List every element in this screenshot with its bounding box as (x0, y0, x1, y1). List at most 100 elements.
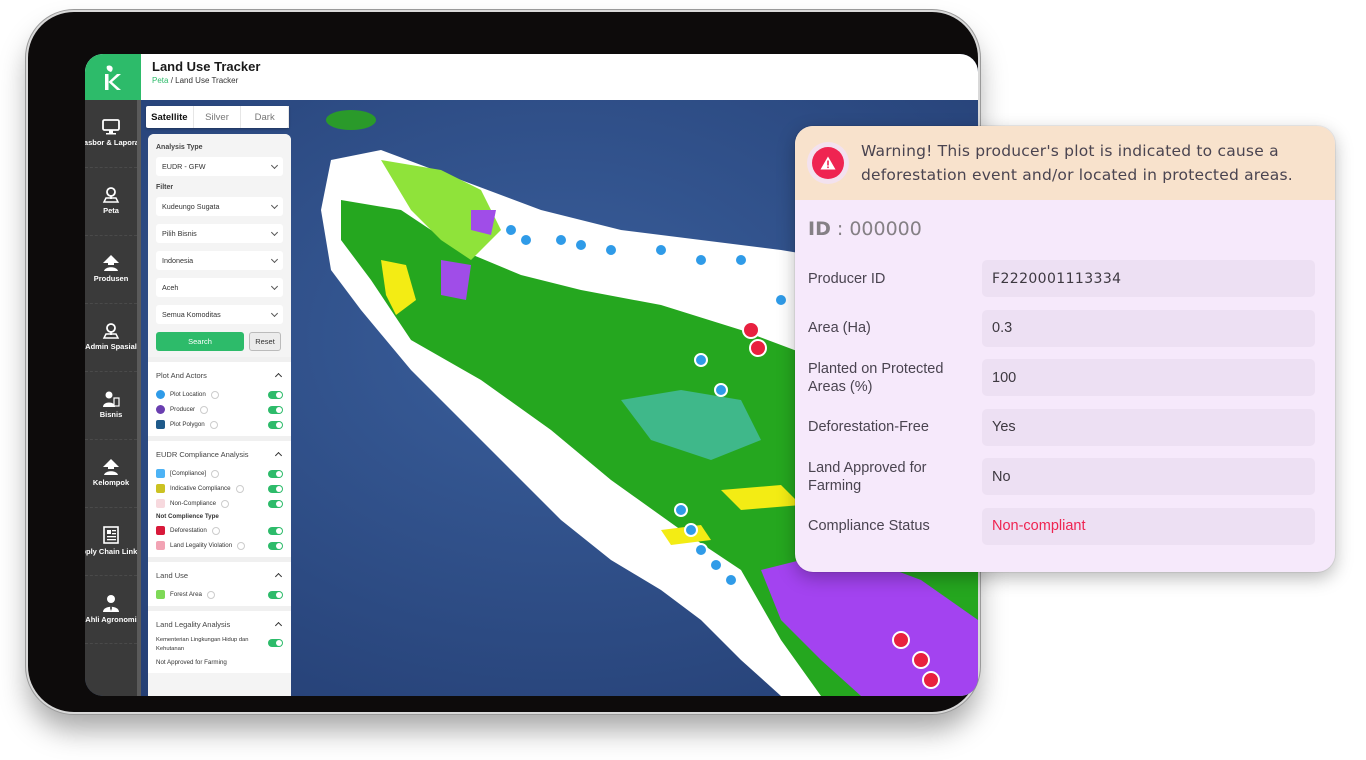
layer-toggle[interactable] (268, 541, 283, 550)
plot-polygon-swatch (156, 420, 165, 429)
layer-section-eudr: EUDR Compliance Analysis [Compliance] In… (148, 436, 291, 557)
sidebar-item-produsen[interactable]: Produsen (85, 236, 137, 304)
upload-person-icon (103, 254, 119, 271)
province-select[interactable]: Aceh (156, 278, 283, 297)
non-compliance-swatch (156, 499, 165, 508)
chevron-down-icon (270, 161, 279, 169)
chevron-up-icon[interactable] (274, 451, 283, 460)
producer-icon (156, 405, 165, 414)
filter-label: Filter (156, 184, 174, 191)
document-icon (103, 526, 119, 544)
info-icon[interactable] (237, 541, 246, 550)
area-value: 0.3 (982, 309, 1315, 347)
section-title: Plot And Actors (156, 370, 207, 380)
info-icon[interactable] (209, 420, 218, 429)
info-icon[interactable] (235, 484, 244, 493)
layer-row: Forest Area (156, 587, 283, 602)
section-title: Land Use (156, 570, 189, 580)
info-icon[interactable] (211, 526, 220, 535)
sidebar-item-dasbor[interactable]: Dasbor & Laporan (85, 100, 137, 168)
monitor-icon (102, 119, 120, 135)
tab-satellite[interactable]: Satellite (146, 106, 194, 128)
breadcrumb-current: Land Use Tracker (175, 76, 239, 85)
plot-location-icon (156, 390, 165, 399)
detail-row-producer-id: Producer ID F2220001113334 (808, 260, 1315, 297)
filter-panel: Analysis Type EUDR - GFW Filter Kudeungo… (148, 134, 291, 696)
commodity-select[interactable]: Semua Komoditas (156, 305, 283, 324)
info-icon[interactable] (221, 499, 230, 508)
country-select[interactable]: Indonesia (156, 251, 283, 270)
land-approved-value: No (982, 458, 1315, 496)
app-header: Land Use Tracker Peta / Land Use Tracker (85, 54, 978, 100)
page-title: Land Use Tracker (152, 59, 261, 74)
layer-toggle[interactable] (268, 590, 283, 599)
chevron-up-icon[interactable] (274, 372, 283, 381)
reset-button[interactable]: Reset (249, 332, 281, 351)
indicative-compliance-swatch (156, 484, 165, 493)
plot-id: ID : 000000 (808, 218, 922, 240)
island (326, 110, 376, 130)
analysis-type-select[interactable]: EUDR - GFW (156, 157, 283, 176)
tab-dark[interactable]: Dark (241, 106, 290, 128)
layer-toggle[interactable] (268, 499, 283, 508)
tab-silver[interactable]: Silver (194, 106, 242, 128)
layer-toggle[interactable] (268, 639, 283, 647)
layer-toggle[interactable] (268, 484, 283, 493)
warning-badge (807, 142, 849, 184)
sidebar-item-bisnis[interactable]: Bisnis (85, 372, 137, 440)
chevron-down-icon (270, 309, 279, 317)
forest-area-swatch (156, 590, 165, 599)
layer-row: Plot Polygon (156, 417, 283, 432)
layer-row: Plot Location (156, 387, 283, 402)
detail-row-protected-areas: Planted on Protected Areas (%) 100 (808, 359, 1315, 397)
land-legality-violation-swatch (156, 541, 165, 550)
detail-row-area: Area (Ha) 0.3 (808, 309, 1315, 347)
business-select[interactable]: Pilih Bisnis (156, 224, 283, 243)
chevron-up-icon[interactable] (274, 621, 283, 630)
warning-triangle-icon (820, 156, 836, 170)
layer-toggle[interactable] (268, 420, 283, 429)
info-icon[interactable] (210, 390, 219, 399)
chevron-down-icon (270, 255, 279, 263)
producer-id-value: F2220001113334 (982, 260, 1315, 297)
search-button[interactable]: Search (156, 332, 244, 351)
sidebar-item-agronomi[interactable]: Ahli Agronomi (85, 576, 137, 644)
compliance-swatch (156, 469, 165, 478)
not-approved-label: Not Approved for Farming (156, 658, 227, 666)
layer-row: Land Legality Violation (156, 538, 283, 553)
compliance-status-badge: Non-compliant (982, 507, 1315, 545)
protected-area (441, 260, 471, 300)
layer-row: Indicative Compliance (156, 481, 283, 496)
plot-details: Producer ID F2220001113334 Area (Ha) 0.3 P… (808, 260, 1315, 558)
layer-toggle[interactable] (268, 405, 283, 414)
layer-section-land-legality: Land Legality Analysis Kementerian Lingk… (148, 606, 291, 673)
not-compliance-type-label: Not Complience Type (156, 513, 219, 520)
sidebar-nav: Dasbor & Laporan Peta Produsen Admin Spa… (85, 100, 141, 696)
layer-toggle[interactable] (268, 526, 283, 535)
app-logo[interactable] (85, 54, 141, 100)
layer-row: Kementerian Lingkungan Hidup dan Kehutan… (156, 636, 283, 654)
sidebar-item-admin-spasial[interactable]: Admin Spasial (85, 304, 137, 372)
info-icon[interactable] (200, 405, 209, 414)
analysis-type-label: Analysis Type (156, 144, 203, 151)
detail-row-land-approved: Land Approved for Farming No (808, 458, 1315, 496)
upload-person-icon (103, 458, 119, 475)
layer-toggle[interactable] (268, 390, 283, 399)
info-icon[interactable] (211, 469, 220, 478)
leaf-k-logo-icon (105, 65, 121, 90)
chevron-down-icon (270, 282, 279, 290)
chevron-down-icon (270, 201, 279, 209)
person-tie-icon (103, 594, 119, 612)
section-title: EUDR Compliance Analysis (156, 449, 249, 459)
info-icon[interactable] (206, 590, 215, 599)
sidebar-item-kelompok[interactable]: Kelompok (85, 440, 137, 508)
detail-row-deforestation-free: Deforestation-Free Yes (808, 408, 1315, 446)
layer-toggle[interactable] (268, 469, 283, 478)
producer-select[interactable]: Kudeungo Sugata (156, 197, 283, 216)
breadcrumb-link-peta[interactable]: Peta (152, 76, 168, 85)
map-pin-icon (102, 323, 120, 339)
deforestation-free-value: Yes (982, 408, 1315, 446)
sidebar-item-peta[interactable]: Peta (85, 168, 137, 236)
chevron-up-icon[interactable] (274, 572, 283, 581)
sidebar-item-supply-chain[interactable]: Supply Chain Linkage (85, 508, 137, 576)
